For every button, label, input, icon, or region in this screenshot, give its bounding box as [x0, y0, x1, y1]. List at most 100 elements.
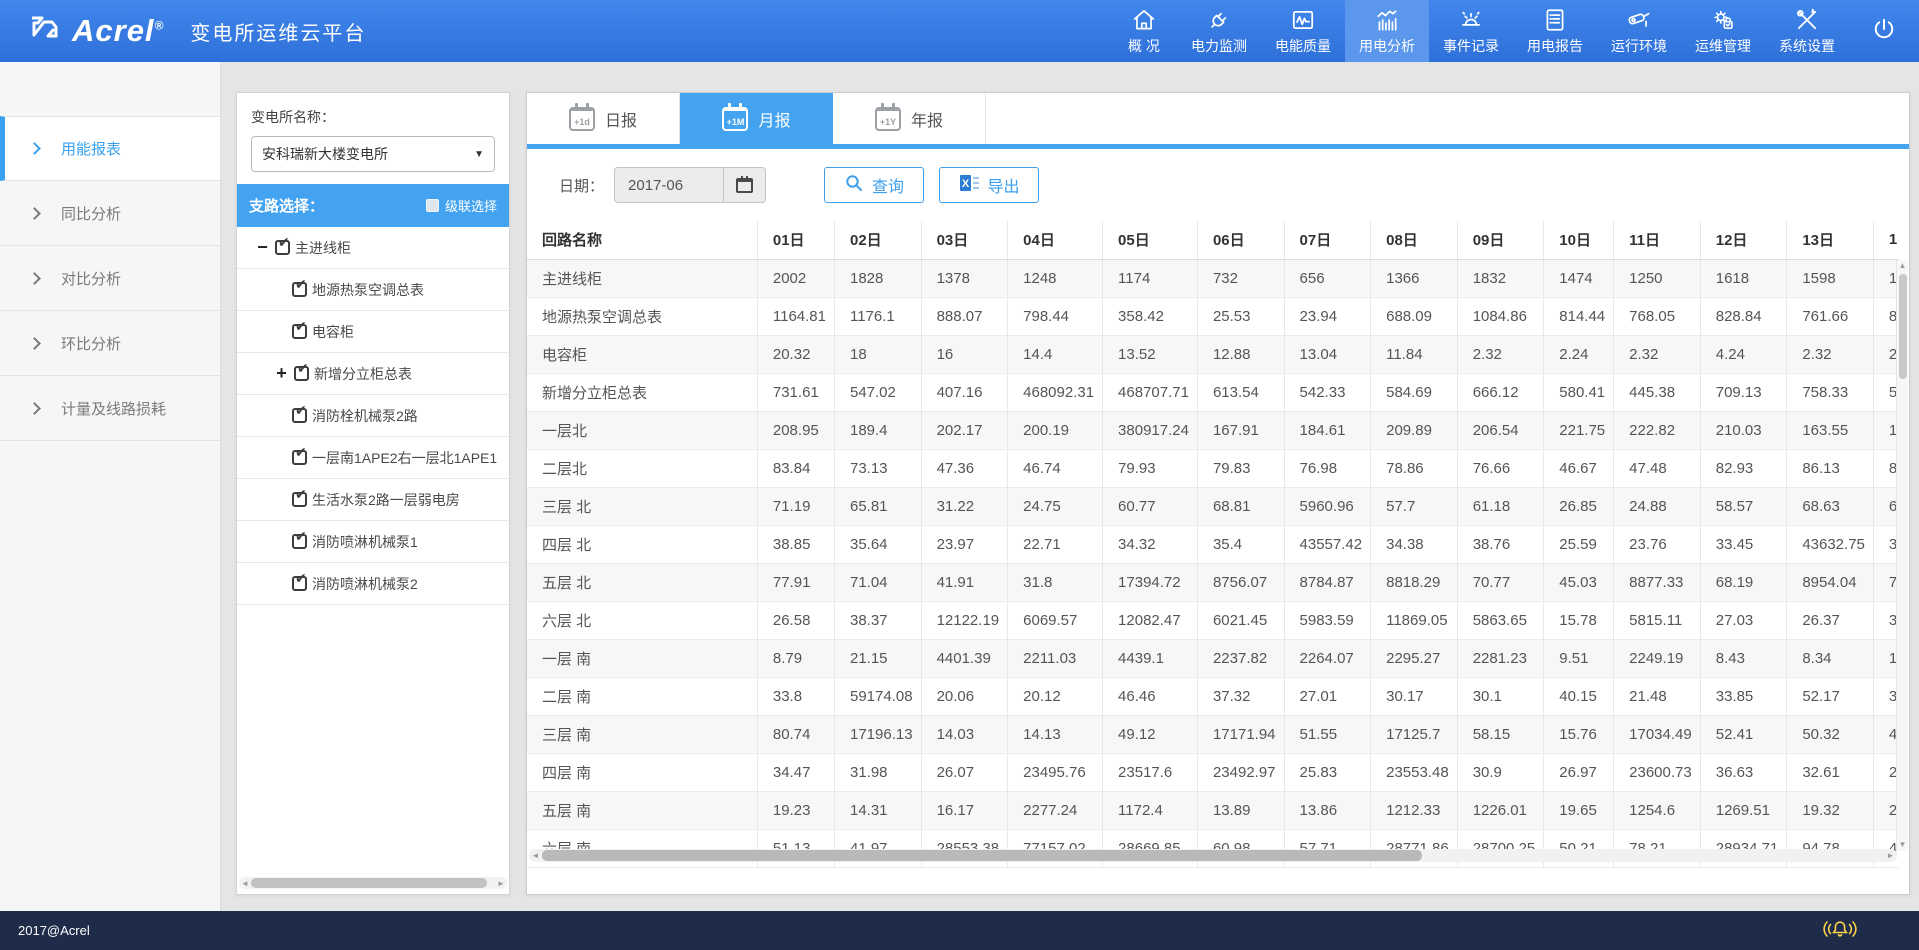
nav-item-usage-report[interactable]: 用电报告 — [1513, 0, 1597, 62]
table-horizontal-scrollbar[interactable]: ◄ ► — [529, 849, 1897, 862]
sidebar-item-energy-report[interactable]: 用能报表 — [0, 116, 220, 181]
notification-bell-icon[interactable] — [1823, 918, 1857, 943]
circuit-name-cell: 五层 北 — [527, 563, 757, 601]
tree-node[interactable]: 一层南1APE2右一层北1APE1 — [237, 437, 509, 479]
circuit-name-cell: 一层北 — [527, 411, 757, 449]
tree-node[interactable]: 电容柜 — [237, 311, 509, 353]
nav-item-system-settings[interactable]: 系统设置 — [1765, 0, 1849, 62]
logout-power-button[interactable] — [1849, 0, 1919, 62]
value-cell: 380917.24 — [1103, 411, 1198, 449]
calendar-year-icon: +1Y — [875, 107, 901, 131]
scrollbar-thumb[interactable] — [1899, 274, 1907, 379]
tree-node[interactable]: − 主进线柜 — [237, 227, 509, 269]
scroll-up-arrow-icon[interactable]: ▲ — [1899, 260, 1907, 272]
value-cell: 31.8 — [1008, 563, 1103, 601]
checked-checkbox-icon[interactable] — [275, 240, 290, 255]
tree-node[interactable]: 生活水泵2路一层弱电房 — [237, 479, 509, 521]
scroll-down-arrow-icon[interactable]: ▼ — [1899, 839, 1907, 851]
tree-node[interactable]: 消防喷淋机械泵1 — [237, 521, 509, 563]
value-cell: 71.19 — [757, 487, 834, 525]
query-button[interactable]: 查询 — [824, 167, 924, 203]
value-cell: 18 — [834, 335, 921, 373]
chevron-right-icon — [28, 142, 41, 155]
value-cell: 547.02 — [834, 373, 921, 411]
sidebar-item-yoy-analysis[interactable]: 同比分析 — [0, 181, 220, 246]
sidebar-item-mom-analysis[interactable]: 环比分析 — [0, 311, 220, 376]
nav-item-environment[interactable]: 运行环境 — [1597, 0, 1681, 62]
value-cell: 31.98 — [834, 753, 921, 791]
checked-checkbox-icon[interactable] — [292, 576, 307, 591]
value-cell: 23.76 — [1614, 525, 1701, 563]
value-cell: 25.59 — [1544, 525, 1614, 563]
value-cell: 76.66 — [1457, 449, 1544, 487]
minus-expander-icon[interactable]: − — [255, 240, 270, 255]
nav-item-power-quality[interactable]: 电能质量 — [1261, 0, 1345, 62]
nav-item-ops-management[interactable]: 运维管理 — [1681, 0, 1765, 62]
checked-checkbox-icon[interactable] — [292, 408, 307, 423]
value-cell: 21.48 — [1614, 677, 1701, 715]
scroll-right-arrow-icon[interactable]: ► — [495, 879, 507, 888]
home-icon — [1130, 7, 1158, 33]
value-cell: 814.44 — [1544, 297, 1614, 335]
report-table-wrap: 回路名称01日02日03日04日05日06日07日08日09日10日11日12日… — [527, 221, 1899, 869]
tree-node[interactable]: 消防喷淋机械泵2 — [237, 563, 509, 605]
checked-checkbox-icon[interactable] — [292, 324, 307, 339]
column-header-day: 05日 — [1103, 221, 1198, 259]
tree-horizontal-scrollbar[interactable]: ◄ ► — [239, 877, 507, 889]
chevron-right-icon — [28, 207, 41, 220]
value-cell: 79.93 — [1103, 449, 1198, 487]
checked-checkbox-icon[interactable] — [292, 534, 307, 549]
value-cell: 1212.33 — [1371, 791, 1458, 829]
scrollbar-thumb[interactable] — [542, 850, 1422, 861]
svg-text:X: X — [961, 178, 969, 190]
value-cell: 33.85 — [1700, 677, 1787, 715]
tab-yearly-report[interactable]: +1Y 年报 — [833, 93, 986, 144]
registered-mark: ® — [155, 19, 165, 33]
tools-icon — [1793, 7, 1821, 33]
value-cell: 23492.97 — [1197, 753, 1284, 791]
nav-item-event-log[interactable]: 事件记录 — [1429, 0, 1513, 62]
scroll-left-arrow-icon[interactable]: ◄ — [529, 851, 542, 860]
excel-icon: X — [959, 174, 980, 197]
scroll-left-arrow-icon[interactable]: ◄ — [239, 879, 251, 888]
branch-select-label: 支路选择： — [249, 195, 324, 216]
tree-node[interactable]: 消防栓机械泵2路 — [237, 395, 509, 437]
tree-node[interactable]: 地源热泵空调总表 — [237, 269, 509, 311]
value-cell: 5983.59 — [1284, 601, 1371, 639]
value-cell: 8.79 — [757, 639, 834, 677]
checked-checkbox-icon[interactable] — [292, 282, 307, 297]
plus-expander-icon[interactable]: + — [274, 366, 289, 381]
sidebar-item-compare-analysis[interactable]: 对比分析 — [0, 246, 220, 311]
gear-lock-icon — [1709, 7, 1737, 33]
station-select[interactable]: 安科瑞新大楼变电所 ▼ — [251, 136, 495, 172]
tree-node[interactable]: + 新增分立柜总表 — [237, 353, 509, 395]
table-vertical-scrollbar[interactable]: ▲ ▼ — [1896, 260, 1908, 851]
scrollbar-thumb[interactable] — [251, 878, 487, 888]
value-cell: 14.03 — [921, 715, 1008, 753]
value-cell: 78.86 — [1371, 449, 1458, 487]
tab-daily-report[interactable]: +1d 日报 — [527, 93, 680, 144]
scroll-right-arrow-icon[interactable]: ► — [1884, 851, 1897, 860]
tab-monthly-report[interactable]: +1M 月报 — [680, 93, 833, 144]
value-cell: 732 — [1197, 259, 1284, 297]
value-cell: 76.98 — [1284, 449, 1371, 487]
table-header-row: 回路名称01日02日03日04日05日06日07日08日09日10日11日12日… — [527, 221, 1899, 259]
date-picker-button[interactable] — [723, 168, 765, 202]
nav-item-power-monitor[interactable]: 电力监测 — [1177, 0, 1261, 62]
nav-item-overview[interactable]: 概 况 — [1111, 0, 1177, 62]
circuit-name-cell: 地源热泵空调总表 — [527, 297, 757, 335]
checked-checkbox-icon[interactable] — [294, 366, 309, 381]
date-input[interactable]: 2017-06 — [615, 168, 723, 202]
checked-checkbox-icon[interactable] — [292, 450, 307, 465]
dropdown-caret-icon: ▼ — [474, 149, 484, 160]
export-button[interactable]: X 导出 — [939, 167, 1039, 203]
calendar-month-icon: +1M — [722, 107, 748, 131]
cascade-select-checkbox[interactable]: 级联选择 — [426, 196, 497, 215]
value-cell: 77.91 — [757, 563, 834, 601]
sidebar-item-line-loss[interactable]: 计量及线路损耗 — [0, 376, 220, 441]
nav-item-usage-analysis[interactable]: 用电分析 — [1345, 0, 1429, 62]
value-cell: 82.93 — [1700, 449, 1787, 487]
checked-checkbox-icon[interactable] — [292, 492, 307, 507]
value-cell: 768.05 — [1614, 297, 1701, 335]
value-cell: 30.1 — [1457, 677, 1544, 715]
